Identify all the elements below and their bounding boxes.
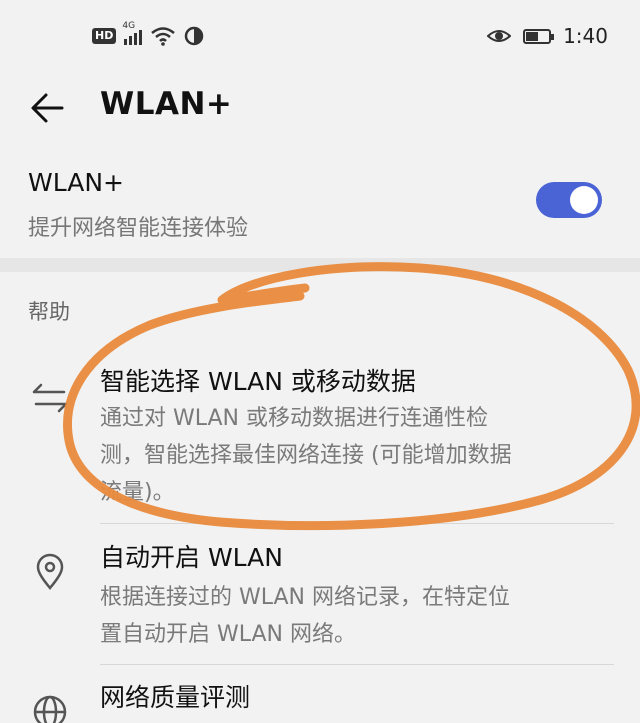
swap-arrows-icon <box>32 383 68 413</box>
item-description: 通过对 WLAN 或移动数据进行连通性检 测，智能选择最佳网络连接 (可能增加数… <box>100 400 620 511</box>
page-title: WLAN+ <box>100 86 233 122</box>
help-item-smart-select[interactable]: 智能选择 WLAN 或移动数据 通过对 WLAN 或移动数据进行连通性检 测，智… <box>0 352 640 522</box>
toggle-knob <box>570 186 598 214</box>
app-header: WLAN+ <box>0 78 640 138</box>
back-arrow-icon <box>31 93 64 123</box>
wlan-plus-row[interactable]: WLAN+ 提升网络智能连接体验 <box>0 160 640 255</box>
eye-comfort-icon <box>487 30 512 42</box>
status-bar: HD 4G 1:40 <box>0 0 640 78</box>
status-right-icons: 1:40 <box>487 24 608 48</box>
section-divider <box>0 258 640 272</box>
help-item-auto-enable[interactable]: 自动开启 WLAN 根据连接过的 WLAN 网络记录，在特定位 置自动开启 WL… <box>0 534 640 664</box>
description-line: 流量)。 <box>100 480 175 505</box>
wlan-plus-toggle[interactable] <box>536 182 602 218</box>
description-line: 通过对 WLAN 或移动数据进行连通性检 <box>100 406 489 431</box>
wlan-plus-title: WLAN+ <box>28 168 124 197</box>
status-left-icons: HD 4G <box>92 21 204 46</box>
battery-icon <box>523 28 555 44</box>
signal-icon: 4G <box>122 21 143 45</box>
data-saver-icon <box>185 26 204 46</box>
item-title: 自动开启 WLAN <box>100 543 283 572</box>
description-line: 测，智能选择最佳网络连接 (可能增加数据 <box>100 443 512 468</box>
description-line: 置自动开启 WLAN 网络。 <box>100 622 357 647</box>
wlan-plus-subtitle: 提升网络智能连接体验 <box>28 216 249 241</box>
wifi-icon <box>151 27 176 46</box>
item-description: 根据连接过的 WLAN 网络记录，在特定位 置自动开启 WLAN 网络。 <box>100 579 620 653</box>
back-button[interactable] <box>26 86 70 130</box>
item-separator <box>100 523 614 524</box>
hd-badge: HD <box>92 28 117 44</box>
item-separator <box>100 664 614 665</box>
item-title: 智能选择 WLAN 或移动数据 <box>100 367 416 396</box>
description-line: 根据连接过的 WLAN 网络记录，在特定位 <box>100 585 511 610</box>
item-title: 网络质量评测 <box>100 683 251 712</box>
status-time: 1:40 <box>563 24 608 48</box>
globe-icon <box>33 695 67 723</box>
help-item-quality-test[interactable]: 网络质量评测 <box>0 676 640 723</box>
help-section-header: 帮助 <box>28 300 70 324</box>
location-pin-icon <box>36 553 64 590</box>
network-type-label: 4G <box>122 21 136 31</box>
